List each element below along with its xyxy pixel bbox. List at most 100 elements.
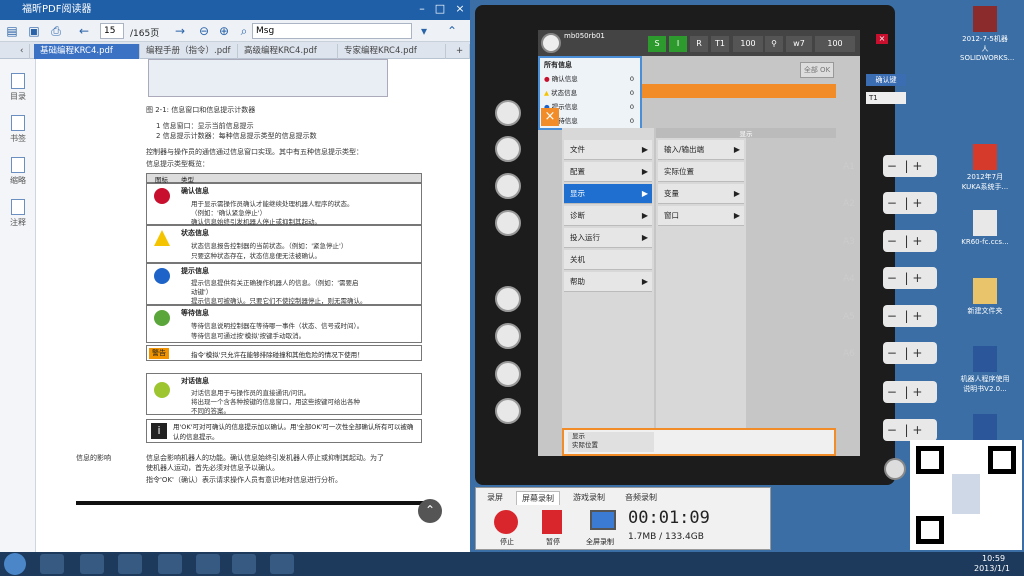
mode-select[interactable]: T1 xyxy=(866,92,906,104)
info-icon xyxy=(154,268,170,284)
recent-item[interactable]: 显示 实际位置 xyxy=(568,432,654,452)
search-icon: ⌕ xyxy=(240,24,248,38)
fullscreen-record-icon[interactable] xyxy=(590,510,616,530)
softkey-2[interactable] xyxy=(495,323,521,349)
status-i[interactable]: I xyxy=(669,36,687,52)
tab-record[interactable]: 录屏 xyxy=(482,491,508,505)
open-icon[interactable]: ▤ xyxy=(4,23,20,39)
menu-item-diagnosis[interactable]: 诊断 ▶ xyxy=(564,206,652,226)
jog-a4-button[interactable]: − | + xyxy=(883,267,937,289)
scroll-top-button[interactable]: ⌃ xyxy=(418,499,442,523)
pdf-sidebar: 目录 书签 缩略 注释 xyxy=(0,59,36,552)
menu-item-startup[interactable]: 投入运行 ▶ xyxy=(564,228,652,248)
start-button[interactable] xyxy=(495,210,521,236)
menu-item-display[interactable]: 显示 ▶ xyxy=(564,184,652,204)
menu-item-help[interactable]: 帮助 ▶ xyxy=(564,272,652,292)
override-program[interactable]: 100 xyxy=(733,36,763,52)
sidebar-item-bookmarks[interactable]: 书签 xyxy=(4,115,32,144)
tab-instructions[interactable]: 编程手册（指令）.pdf xyxy=(140,44,238,59)
new-tab-icon[interactable]: + xyxy=(450,44,471,59)
softkey-4[interactable] xyxy=(495,398,521,424)
ok-all-button[interactable]: 全部 OK xyxy=(800,62,834,78)
chevron-down-icon[interactable]: ▾ xyxy=(416,23,432,39)
robot-arm-icon[interactable] xyxy=(884,458,906,480)
close-menu-icon[interactable]: × xyxy=(541,108,559,126)
footer-bar xyxy=(76,501,426,505)
annotation-icon xyxy=(11,199,25,215)
page-number-input[interactable] xyxy=(100,23,124,39)
tab-expert[interactable]: 专家编程KRC4.pdf xyxy=(338,44,446,59)
status-t1[interactable]: T1 xyxy=(711,36,729,52)
taskbar-notes-icon[interactable] xyxy=(196,554,220,574)
close-icon[interactable]: × xyxy=(876,34,888,44)
back-icon[interactable]: ← xyxy=(76,23,92,39)
desktop-icon-file[interactable]: KR60-fc.ccs... xyxy=(960,210,1010,246)
confirm-label[interactable]: 确认键 xyxy=(866,74,906,86)
taskbar-app2-icon[interactable] xyxy=(158,554,182,574)
zoom-out-icon[interactable]: ⊖ xyxy=(196,23,212,39)
jog-a2-button[interactable]: − | + xyxy=(883,192,937,214)
softkey-1[interactable] xyxy=(495,286,521,312)
tab-screen-record[interactable]: 屏幕录制 xyxy=(516,491,560,505)
close-icon[interactable]: × xyxy=(452,2,468,16)
desktop-icon-word[interactable]: 机器人程序使用说明书V2.0... xyxy=(960,346,1010,394)
forward-icon[interactable]: → xyxy=(172,23,188,39)
zoom-in-icon[interactable]: ⊕ xyxy=(216,23,232,39)
desktop-icon-pdf[interactable]: 2012年7月KUKA系统手... xyxy=(960,144,1010,192)
submenu-item-actual-position[interactable]: 实际位置 xyxy=(658,162,744,182)
search-input[interactable] xyxy=(252,23,412,39)
jog-a1-button[interactable]: − | + xyxy=(883,155,937,177)
desktop-icon-archive[interactable]: 2012-7-5机器人SOLIDWORKS... xyxy=(960,6,1014,62)
walking-icon[interactable]: ⚲ xyxy=(765,36,783,52)
tool-status[interactable]: w7 xyxy=(786,36,812,52)
sidebar-item-thumbnails[interactable]: 缩略 xyxy=(4,157,32,186)
print-icon[interactable]: ⎙ xyxy=(48,23,64,39)
tab-audio-record[interactable]: 音频录制 xyxy=(620,491,662,505)
wait-icon xyxy=(154,310,170,326)
sidebar-item-toc[interactable]: 目录 xyxy=(4,73,32,102)
taskbar-explorer-icon[interactable] xyxy=(40,554,64,574)
taskbar-record-icon[interactable] xyxy=(270,554,294,574)
status-r[interactable]: R xyxy=(690,36,708,52)
sidebar-item-annotations[interactable]: 注释 xyxy=(4,199,32,228)
submenu-item-variable[interactable]: 变量 ▶ xyxy=(658,184,744,204)
jog-a5-button[interactable]: − | + xyxy=(883,305,937,327)
taskbar-settings-icon[interactable] xyxy=(232,554,256,574)
jog-a3-button[interactable]: − | + xyxy=(883,230,937,252)
submenu-item-window[interactable]: 窗口 ▶ xyxy=(658,206,744,226)
edit-pencil-icon[interactable] xyxy=(495,100,521,126)
softkey-3[interactable] xyxy=(495,361,521,387)
jog-extra2-button[interactable]: − | + xyxy=(883,419,937,441)
save-icon[interactable]: ▣ xyxy=(26,23,42,39)
tab-nav-left-icon[interactable]: ‹ xyxy=(14,44,31,59)
jog-a6-button[interactable]: − | + xyxy=(883,342,937,364)
start-button[interactable] xyxy=(4,553,26,575)
tab-advanced[interactable]: 高级编程KRC4.pdf xyxy=(238,44,338,59)
kuka-logo-icon[interactable] xyxy=(541,33,561,53)
file-icon xyxy=(973,210,997,236)
status-s[interactable]: S xyxy=(648,36,666,52)
ack-message-icon: ● xyxy=(544,75,550,83)
jog-increment[interactable]: 100 xyxy=(815,36,855,52)
menu-item-file[interactable]: 文件 ▶ xyxy=(564,140,652,160)
submenu-item-io[interactable]: 输入/输出端 ▶ xyxy=(658,140,744,160)
jog-extra-button[interactable]: − | + xyxy=(883,381,937,403)
stop-button[interactable] xyxy=(495,136,521,162)
minimize-button[interactable]: – xyxy=(414,2,430,16)
stop-record-button[interactable] xyxy=(494,510,518,534)
menu-item-config[interactable]: 配置 ▶ xyxy=(564,162,652,182)
desktop-icon-folder[interactable]: 新建文件夹 xyxy=(960,278,1010,316)
document-tabs: ‹ 基础编程KRC4.pdf 编程手册（指令）.pdf 高级编程KRC4.pdf… xyxy=(0,42,471,59)
taskbar-app-icon[interactable] xyxy=(118,554,142,574)
section-label: 信息的影响 xyxy=(76,454,111,462)
tab-basic[interactable]: 基础编程KRC4.pdf xyxy=(34,44,140,59)
taskbar-media-icon[interactable] xyxy=(80,554,104,574)
nav-up-icon[interactable]: ⌃ xyxy=(444,23,460,39)
paragraph-1: 控制器与操作员的通信通过信息窗口实现。其中有五种信息提示类型： xyxy=(146,148,363,156)
qr-code-image xyxy=(910,440,1022,550)
tab-game-record[interactable]: 游戏录制 xyxy=(568,491,610,505)
menu-item-shutdown[interactable]: 关机 xyxy=(564,250,652,270)
pause-button[interactable] xyxy=(542,510,562,534)
step-back-button[interactable] xyxy=(495,173,521,199)
maximize-button[interactable]: □ xyxy=(432,2,448,16)
